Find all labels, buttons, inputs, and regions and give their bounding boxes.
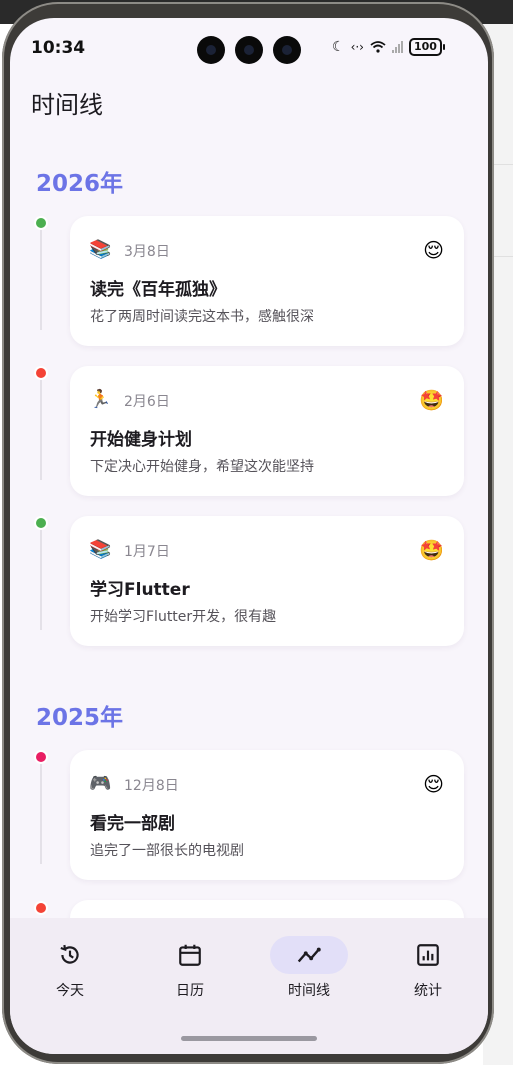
timeline-card[interactable]: 📚 3月8日 😌 读完《百年孤独》 花了两周时间读完这本书，感触很深 (70, 216, 464, 346)
timeline-connector (40, 764, 42, 864)
card-title: 读完《百年孤独》 (90, 280, 226, 300)
data-transfer-icon: ‹·› (350, 40, 364, 54)
card-date: 3月8日 (124, 244, 170, 260)
mood-relieved-icon: 😌 (423, 238, 444, 262)
app-screen: 10:34 ☾ ‹·› 100 时间线 2026年 📚 3月8日 😌 读完《百年… (10, 18, 488, 1054)
bottom-navigation: 今天 日历 时间线 统计 (10, 918, 488, 1054)
nav-item-calendar[interactable]: 日历 (140, 936, 240, 1000)
card-description: 开始学习Flutter开发，很有趣 (90, 609, 277, 625)
nav-label: 统计 (414, 983, 442, 999)
timeline-dot (36, 368, 46, 378)
nav-item-timeline[interactable]: 时间线 (259, 936, 359, 1000)
timeline-card[interactable]: 📚 1月7日 🤩 学习Flutter 开始学习Flutter开发，很有趣 (70, 516, 464, 646)
timeline-dot (36, 218, 46, 228)
mood-star-struck-icon: 🤩 (419, 538, 444, 562)
camera-icon (273, 36, 301, 64)
timeline-connector (40, 380, 42, 480)
timeline-card[interactable]: 🏃 2月6日 🤩 开始健身计划 下定决心开始健身，希望这次能坚持 (70, 366, 464, 496)
card-title: 学习Flutter (90, 580, 190, 600)
card-title: 开始健身计划 (90, 430, 192, 450)
battery-icon: 100 (408, 38, 445, 56)
card-description: 下定决心开始健身，希望这次能坚持 (90, 459, 314, 475)
card-date: 12月8日 (124, 778, 179, 794)
mood-star-struck-icon: 🤩 (419, 388, 444, 412)
wifi-icon (370, 41, 386, 53)
timeline-icon (270, 936, 348, 974)
year-header: 2026年 (36, 171, 124, 197)
camera-icon (197, 36, 225, 64)
home-indicator[interactable] (181, 1036, 317, 1041)
nav-label: 时间线 (288, 983, 330, 999)
year-header: 2025年 (36, 705, 124, 731)
books-icon: 📚 (89, 539, 112, 560)
mood-relieved-icon: 😌 (423, 772, 444, 796)
timeline-card[interactable]: 🎮 12月8日 😌 看完一部剧 追完了一部很长的电视剧 (70, 750, 464, 880)
nav-item-today[interactable]: 今天 (20, 936, 120, 1000)
timeline-connector (40, 530, 42, 630)
timeline-dot (36, 903, 46, 913)
nav-label: 日历 (176, 983, 204, 999)
card-description: 花了两周时间读完这本书，感触很深 (90, 309, 314, 325)
page-title: 时间线 (31, 91, 103, 119)
timeline-connector (40, 230, 42, 330)
moon-icon: ☾ (332, 39, 345, 55)
card-date: 2月6日 (124, 394, 170, 410)
nav-label: 今天 (56, 983, 84, 999)
camera-icon (235, 36, 263, 64)
signal-icon (391, 41, 403, 53)
running-icon: 🏃 (89, 389, 112, 410)
gamepad-icon: 🎮 (89, 773, 112, 794)
chart-icon (389, 936, 467, 974)
phone-frame: 10:34 ☾ ‹·› 100 时间线 2026年 📚 3月8日 😌 读完《百年… (2, 2, 494, 1064)
card-description: 追完了一部很长的电视剧 (90, 843, 244, 859)
calendar-icon (151, 936, 229, 974)
nav-item-stats[interactable]: 统计 (378, 936, 478, 1000)
books-icon: 📚 (89, 239, 112, 260)
status-time: 10:34 (31, 38, 86, 58)
timeline-dot (36, 518, 46, 528)
card-title: 看完一部剧 (90, 814, 175, 834)
history-icon (31, 936, 109, 974)
card-date: 1月7日 (124, 544, 170, 560)
timeline-dot (36, 752, 46, 762)
status-icons: ☾ ‹·› 100 (332, 38, 445, 56)
